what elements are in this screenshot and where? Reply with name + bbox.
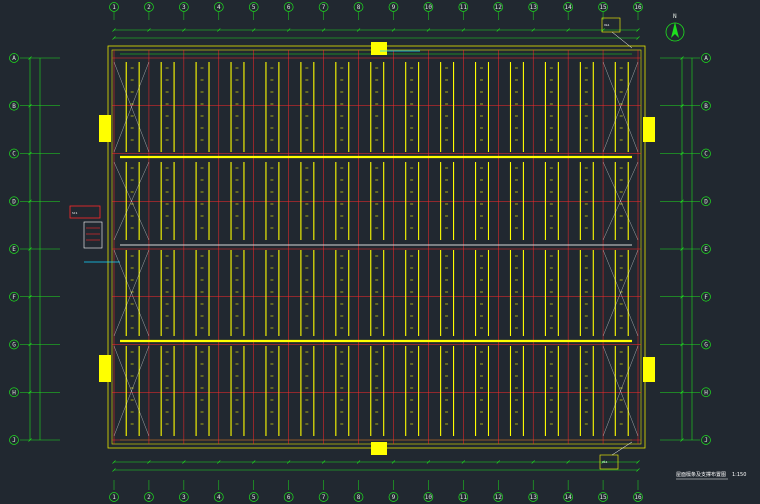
row-bubble-label: E bbox=[704, 246, 708, 253]
row-bubble-label: G bbox=[12, 342, 16, 349]
drawing-title: 屋面檩条及支撑布置图 bbox=[676, 471, 726, 478]
column-bubble-label: 5 bbox=[252, 4, 256, 11]
column-bubble-label: 15 bbox=[599, 4, 607, 11]
column-bubble-label: 6 bbox=[287, 4, 291, 11]
column-bubble-label: 6 bbox=[287, 494, 291, 501]
row-bubble-label: B bbox=[704, 103, 708, 110]
row-bubble-label: C bbox=[12, 151, 16, 158]
column-bubble-label: 5 bbox=[252, 494, 256, 501]
column-bubble-label: 10 bbox=[425, 494, 433, 501]
column-bubble-label: 1 bbox=[112, 4, 116, 11]
row-bubble-label: E bbox=[12, 246, 16, 253]
column-bubble-label: 7 bbox=[322, 4, 326, 11]
column-bubble-label: 13 bbox=[530, 494, 538, 501]
row-bubble-label: B bbox=[12, 103, 16, 110]
drawing-scale: 1:150 bbox=[732, 472, 746, 478]
column-bubble-label: 9 bbox=[392, 4, 396, 11]
row-bubble-label: H bbox=[704, 389, 708, 396]
column-bubble-label: 16 bbox=[634, 4, 642, 11]
row-bubble-label: F bbox=[704, 294, 708, 301]
top-right-note-text: XG1 bbox=[604, 23, 610, 27]
column-bubble-label: 3 bbox=[182, 4, 186, 11]
north-label: N bbox=[673, 13, 677, 20]
column-bubble-label: 4 bbox=[217, 4, 221, 11]
column-bubble-label: 7 bbox=[322, 494, 326, 501]
row-bubble-label: F bbox=[12, 294, 16, 301]
row-bubble-label: A bbox=[12, 55, 16, 62]
column-bubble-label: 16 bbox=[634, 494, 642, 501]
column-bubble-label: 14 bbox=[565, 494, 573, 501]
bottom-right-note-text: XG1 bbox=[602, 460, 608, 464]
column-bubble-label: 10 bbox=[425, 4, 433, 11]
row-bubble-label: G bbox=[704, 342, 708, 349]
column-bubble-label: 11 bbox=[460, 4, 468, 11]
row-bubble-label: A bbox=[704, 55, 708, 62]
cad-drawing-canvas[interactable]: 1 2 3 4 5 6 7 8 9 10 11 12 13 14 15 16 1 2 3 4 5 6 7 8 9 10 11 12 1… bbox=[0, 0, 760, 504]
column-bubble-label: 3 bbox=[182, 494, 186, 501]
drawing-title-block: 屋面檩条及支撑布置图 1:150 bbox=[676, 471, 746, 480]
column-bubble-label: 4 bbox=[217, 494, 221, 501]
row-bubble-label: D bbox=[12, 198, 16, 205]
column-bubble-label: 15 bbox=[599, 494, 607, 501]
column-bubble-label: 12 bbox=[495, 494, 503, 501]
row-bubble-label: J bbox=[12, 437, 16, 444]
column-bubble-label: 2 bbox=[147, 4, 151, 11]
column-bubble-label: 8 bbox=[357, 494, 361, 501]
row-bubble-label: C bbox=[704, 151, 708, 158]
row-bubble-label: H bbox=[12, 389, 16, 396]
column-bubble-label: 14 bbox=[565, 4, 573, 11]
column-bubble-label: 11 bbox=[460, 494, 468, 501]
column-bubble-label: 12 bbox=[495, 4, 503, 11]
column-bubble-label: 9 bbox=[392, 494, 396, 501]
column-bubble-label: 1 bbox=[112, 494, 116, 501]
column-bubble-label: 8 bbox=[357, 4, 361, 11]
legend-note: SC1 bbox=[72, 211, 78, 215]
column-bubble-label: 13 bbox=[530, 4, 538, 11]
row-bubble-label: D bbox=[704, 198, 708, 205]
column-bubble-label: 2 bbox=[147, 494, 151, 501]
row-bubble-label: J bbox=[704, 437, 708, 444]
